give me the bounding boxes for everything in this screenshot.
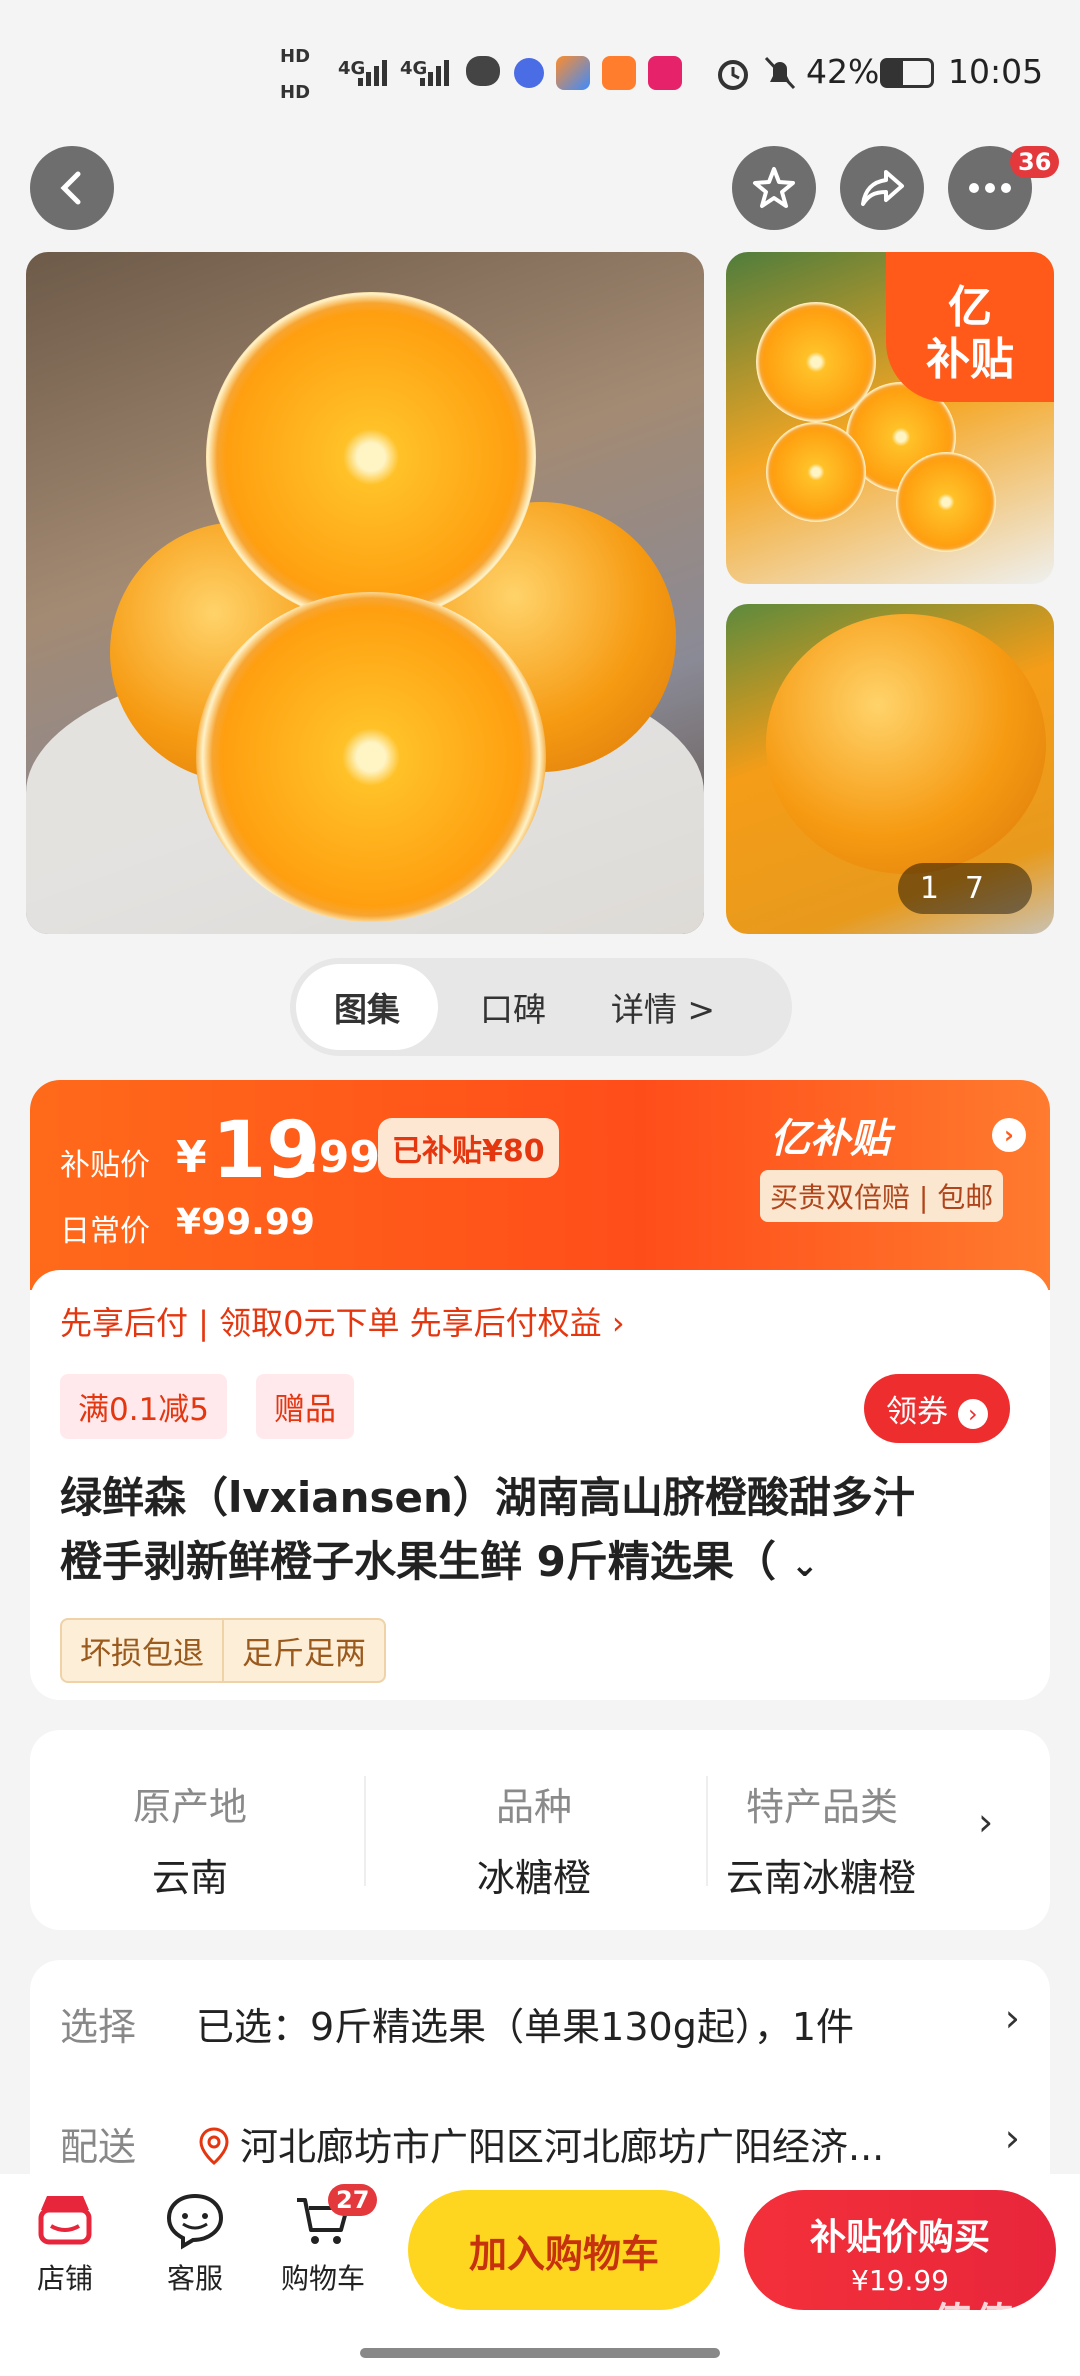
attribute-value: 冰糖橙 — [476, 1856, 591, 1900]
music-app-icon — [514, 58, 544, 88]
gift-chip[interactable]: 赠品 — [256, 1374, 354, 1439]
wechat-icon — [466, 56, 500, 86]
media-tabs: 图集 口碑 详情 > — [290, 958, 792, 1056]
customer-service-button[interactable]: 客服 — [140, 2190, 250, 2297]
store-icon — [38, 2196, 92, 2245]
attribute-specialty: 特产品类 云南冰糖橙 — [716, 1776, 946, 1902]
select-key: 选择 — [60, 2005, 137, 2049]
signal-icon-2 — [420, 60, 449, 86]
attribute-key: 特产品类 — [746, 1785, 899, 1829]
chevron-right-circle-icon: › — [957, 1399, 988, 1429]
guarantee-damage-refund: 坏损包退 — [80, 1636, 204, 1672]
ship-key: 配送 — [60, 2125, 137, 2169]
divider — [706, 1776, 708, 1886]
app-icon-1 — [556, 56, 590, 90]
chat-smile-icon — [166, 2193, 224, 2250]
price-banner: 补贴价 ¥ 19 .99 已补贴¥80 日常价 ¥99.99 亿补贴 › 买贵双… — [30, 1080, 1050, 1290]
yi-subsidy-badge: 亿 补贴 — [886, 252, 1054, 402]
pay-later-promo[interactable]: 先享后付 | 领取0元下单 先享后付权益 › — [60, 1298, 625, 1344]
chevron-right-icon: › — [1004, 1996, 1020, 2040]
battery-icon — [880, 58, 934, 88]
price-decimal: .99 — [302, 1132, 380, 1183]
guarantee-tag: 买贵双倍赔 | 包邮 — [760, 1170, 1004, 1222]
status-bar: HD HD 4G 4G 42% 10:05 — [0, 0, 1080, 140]
app-icon-2 — [648, 56, 682, 90]
chevron-right-icon[interactable]: › — [992, 1118, 1026, 1152]
tab-details[interactable]: 详情 > — [588, 964, 738, 1050]
cart-label: 购物车 — [280, 2262, 365, 2295]
attribute-origin: 原产地 云南 — [30, 1776, 350, 1902]
badge-line-2: 补贴 — [926, 334, 1014, 385]
main-product-image[interactable] — [26, 252, 704, 934]
tab-gallery[interactable]: 图集 — [296, 964, 438, 1050]
chevron-down-icon[interactable]: ⌄ — [790, 1545, 819, 1585]
mute-icon — [764, 56, 796, 90]
get-coupon-button[interactable]: 领券 › — [864, 1374, 1010, 1443]
divider — [364, 1776, 366, 1886]
chevron-left-icon — [60, 171, 81, 205]
watermark-logo: 值值值 — [932, 2300, 1058, 2346]
more-badge: 36 — [1010, 146, 1060, 178]
title-line-2: 橙手剥新鲜橙子水果生鲜 9斤精选果（ — [60, 1537, 776, 1586]
battery-percent: 42% — [806, 52, 880, 91]
product-info-card: 补贴价 ¥ 19 .99 已补贴¥80 日常价 ¥99.99 亿补贴 › 买贵双… — [30, 1080, 1050, 1700]
shipping-row[interactable]: 配送 河北廊坊市广阳区河北廊坊广阳经济... › — [60, 2116, 1020, 2171]
attributes-card[interactable]: 原产地 云南 品种 冰糖橙 特产品类 云南冰糖橙 › — [30, 1730, 1050, 1930]
more-dots-icon — [969, 183, 1011, 193]
signal-icon — [358, 60, 387, 86]
back-button[interactable] — [30, 146, 114, 230]
currency-symbol: ¥ — [176, 1132, 207, 1183]
image-counter: 17 — [897, 863, 1032, 914]
favorite-button[interactable] — [732, 146, 816, 230]
store-button[interactable]: 店铺 — [10, 2190, 120, 2297]
badge-line-1: 亿 — [948, 282, 992, 333]
star-icon — [753, 167, 795, 208]
subsidized-amount-tag: 已补贴¥80 — [378, 1118, 559, 1178]
chevron-right-icon: › — [1004, 2116, 1020, 2160]
share-icon — [861, 170, 904, 206]
pay-later-text: 先享后付 | 领取0元下单 先享后付权益 — [60, 1304, 602, 1342]
attribute-key: 原产地 — [132, 1785, 247, 1829]
service-guarantees[interactable]: 坏损包退 足斤足两 — [60, 1618, 386, 1683]
regular-price-label: 日常价 — [60, 1214, 150, 1249]
coupon-label: 领券 — [886, 1394, 948, 1430]
regular-price-value: ¥99.99 — [176, 1202, 315, 1243]
subsidy-price-label: 补贴价 — [60, 1148, 150, 1183]
alarm-icon — [718, 60, 748, 90]
counter-total: 7 — [964, 871, 1010, 906]
spec-select-row[interactable]: 选择 已选：9斤精选果（单果130g起），1件 › — [60, 1996, 1020, 2051]
chevron-right-icon: › — [611, 1304, 625, 1342]
attribute-value: 云南冰糖橙 — [726, 1856, 917, 1900]
discount-chip[interactable]: 满0.1减5 — [60, 1374, 228, 1439]
watermark-url: zhizhizhi.com — [936, 2346, 1058, 2367]
clock: 10:05 — [948, 52, 1044, 91]
guarantee-full-weight: 足斤足两 — [222, 1620, 384, 1681]
product-details: 先享后付 | 领取0元下单 先享后付权益 › 满0.1减5 赠品 领券 › 绿鲜… — [30, 1270, 1050, 1700]
ship-value: 河北廊坊市广阳区河北廊坊广阳经济... — [240, 2125, 885, 2169]
home-indicator[interactable] — [360, 2348, 720, 2358]
buy-label: 补贴价购买 — [809, 2217, 990, 2258]
counter-current: 1 — [919, 871, 965, 906]
attribute-variety: 品种 冰糖橙 — [374, 1776, 694, 1902]
yi-subsidy-brand: 亿补贴 — [770, 1116, 890, 1162]
product-title[interactable]: 绿鲜森（lvxiansen）湖南高山脐橙酸甜多汁 橙手剥新鲜橙子水果生鲜 9斤精… — [60, 1466, 1020, 1597]
location-pin-icon — [199, 2127, 229, 2165]
attribute-key: 品种 — [495, 1785, 572, 1829]
title-line-1: 绿鲜森（lvxiansen）湖南高山脐橙酸甜多汁 — [60, 1473, 915, 1522]
add-to-cart-button[interactable]: 加入购物车 — [408, 2190, 720, 2310]
attribute-value: 云南 — [151, 1856, 228, 1900]
thumbnail-image-2[interactable]: 17 — [726, 604, 1054, 934]
service-label: 客服 — [166, 2262, 223, 2295]
cart-badge: 27 — [328, 2184, 378, 2216]
select-value: 已选：9斤精选果（单果130g起），1件 — [196, 2005, 855, 2049]
store-label: 店铺 — [36, 2262, 93, 2295]
video-app-icon — [602, 56, 636, 90]
sim2-hd-label: HD — [280, 82, 311, 103]
share-button[interactable] — [840, 146, 924, 230]
thumbnail-image-1[interactable]: 亿 补贴 — [726, 252, 1054, 584]
tab-reviews[interactable]: 口碑 — [438, 964, 588, 1050]
chevron-right-icon[interactable]: › — [978, 1800, 993, 1844]
sim1-hd-label: HD — [280, 46, 311, 67]
